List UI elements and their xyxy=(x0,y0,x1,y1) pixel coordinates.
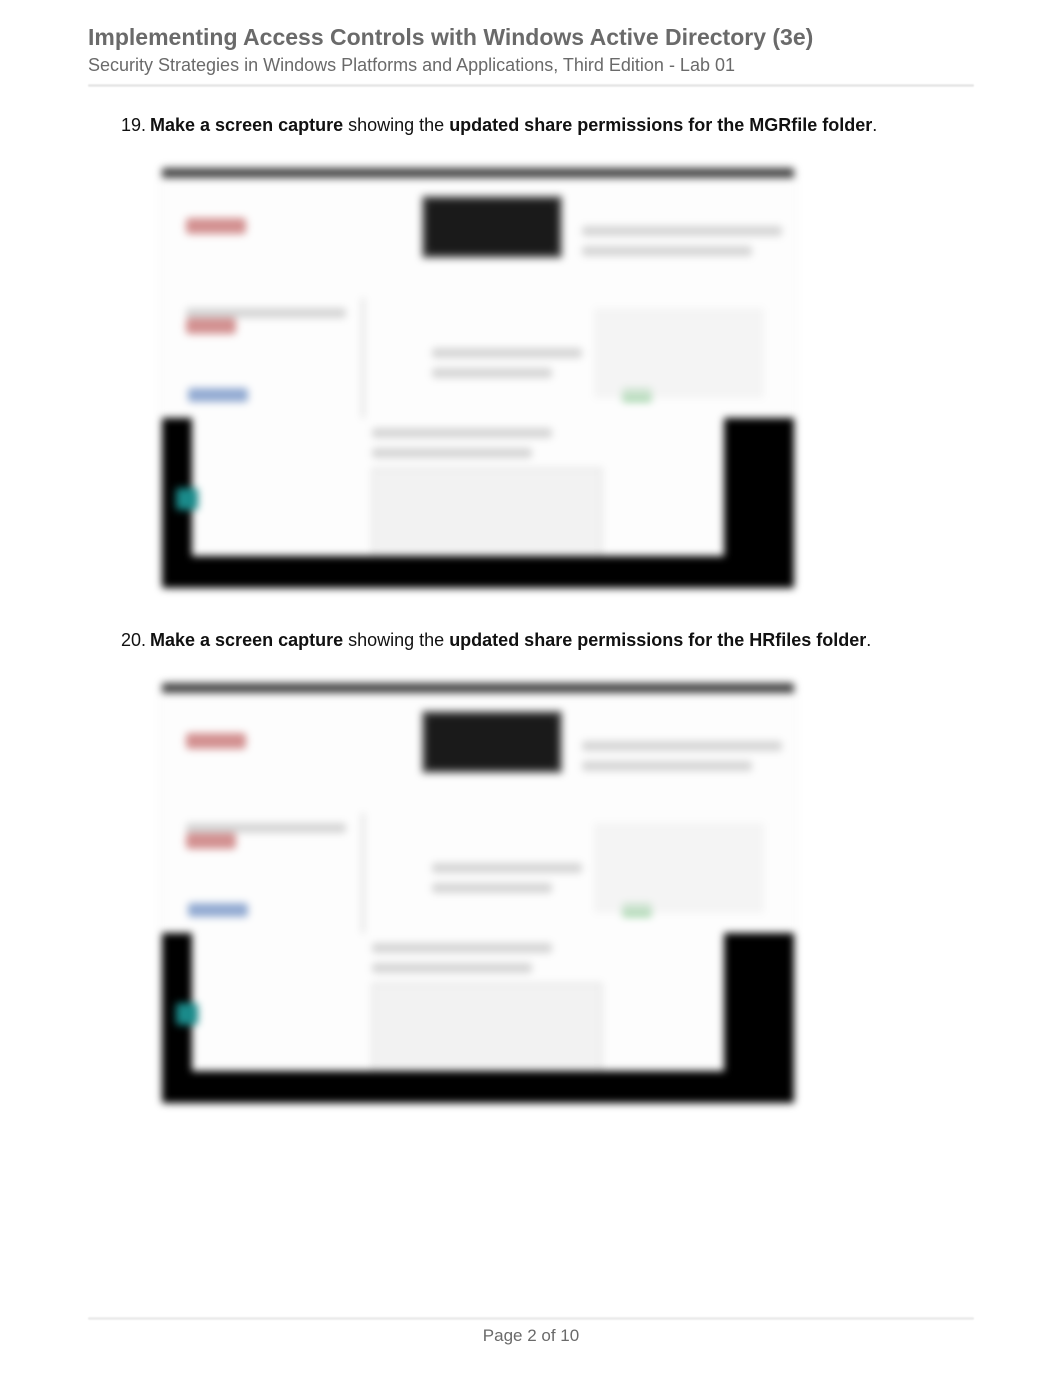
page-subtitle: Security Strategies in Windows Platforms… xyxy=(88,55,974,76)
screenshot-placeholder xyxy=(162,683,794,1103)
footer-divider xyxy=(88,1317,974,1320)
header-divider xyxy=(88,84,974,87)
list-item: 19. Make a screen capture showing the up… xyxy=(112,113,974,588)
item-number: 19. xyxy=(112,113,146,138)
item-text: Make a screen capture showing the update… xyxy=(150,628,871,653)
page-title: Implementing Access Controls with Window… xyxy=(88,24,974,51)
item-number: 20. xyxy=(112,628,146,653)
page-number: Page 2 of 10 xyxy=(0,1326,1062,1346)
item-text: Make a screen capture showing the update… xyxy=(150,113,877,138)
list-item: 20. Make a screen capture showing the up… xyxy=(112,628,974,1103)
screenshot-placeholder xyxy=(162,168,794,588)
